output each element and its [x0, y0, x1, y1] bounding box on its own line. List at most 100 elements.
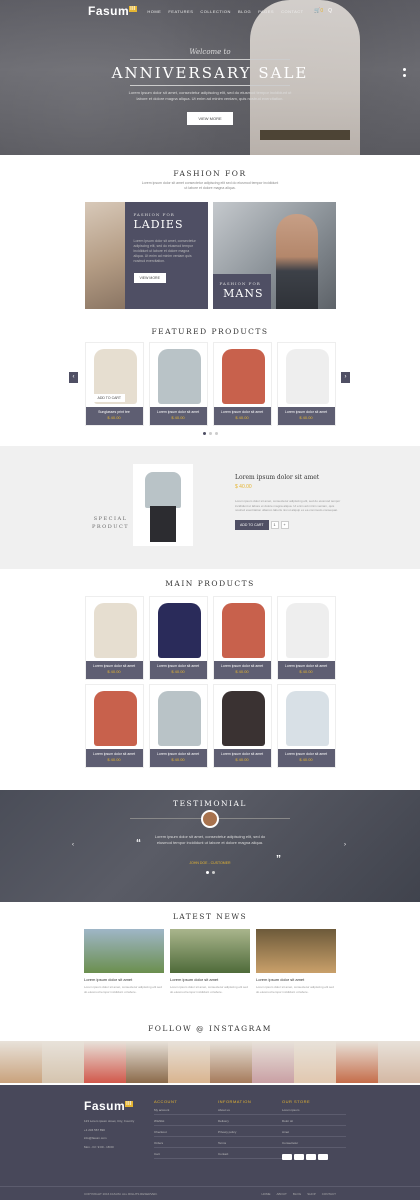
slider-dot[interactable]	[403, 68, 406, 71]
news-image[interactable]	[256, 929, 336, 973]
slider-dot[interactable]	[214, 432, 218, 435]
menu-item-pages[interactable]: PAGES	[258, 9, 274, 14]
product-card[interactable]: Lorem ipsum dolor sit amet $ 40.00	[276, 684, 336, 768]
product-card[interactable]: Lorem ipsum dolor sit amet $ 40.00	[84, 684, 144, 768]
footer-link[interactable]: Contact	[218, 1152, 282, 1159]
product-image[interactable]	[93, 691, 137, 746]
news-item[interactable]: Lorem ipsum dolor sit amet Lorem ipsum do…	[84, 929, 164, 994]
menu-item-contact[interactable]: CONTACT	[281, 9, 304, 14]
news-image[interactable]	[170, 929, 250, 973]
footer-email[interactable]: info@fasum.com	[84, 1136, 154, 1141]
ladies-view-more-button[interactable]: VIEW MORE	[133, 273, 166, 283]
instagram-photo[interactable]	[336, 1041, 378, 1083]
news-item[interactable]: Lorem ipsum dolor sit amet Lorem ipsum do…	[256, 929, 336, 994]
product-name[interactable]: Lorem ipsum dolor sit amet	[216, 664, 269, 668]
testimonial-prev-arrow[interactable]: ‹	[72, 842, 74, 848]
product-card[interactable]: Lorem ipsum dolor sit amet $ 40.00	[212, 596, 272, 680]
add-to-cart-button[interactable]: ADD TO CART	[93, 394, 126, 402]
product-image[interactable]	[285, 349, 329, 404]
footer-link[interactable]: Lorem ipsum	[282, 1108, 346, 1115]
product-card[interactable]: Lorem ipsum dolor sit amet $ 40.00	[276, 596, 336, 680]
menu-item-features[interactable]: FEATURES	[168, 9, 193, 14]
bottom-link[interactable]: CONTACT	[322, 1192, 336, 1196]
search-icon[interactable]: Q	[328, 8, 332, 14]
product-card[interactable]: Lorem ipsum dolor sit amet $ 40.00	[276, 342, 336, 426]
product-card[interactable]: Lorem ipsum dolor sit amet $ 40.00	[148, 342, 208, 426]
product-image[interactable]	[93, 603, 137, 658]
instagram-photo[interactable]	[126, 1041, 168, 1083]
instagram-photo[interactable]	[252, 1041, 294, 1083]
quantity-field[interactable]: 1	[270, 520, 279, 529]
special-product-image[interactable]	[133, 464, 193, 546]
product-card[interactable]: Lorem ipsum dolor sit amet $ 40.00	[148, 596, 208, 680]
instagram-photo[interactable]	[0, 1041, 42, 1083]
footer-link[interactable]: Checkout	[154, 1130, 218, 1137]
product-image[interactable]	[221, 691, 265, 746]
instagram-photo[interactable]	[378, 1041, 420, 1083]
product-name[interactable]: Lorem ipsum dolor sit amet	[152, 664, 205, 668]
slider-dot[interactable]	[211, 871, 215, 874]
footer-link[interactable]: Dolor sit	[282, 1119, 346, 1126]
hero-view-more-button[interactable]: VIEW MORE	[187, 112, 233, 125]
footer-link[interactable]: Wishlist	[154, 1119, 218, 1126]
product-name[interactable]: Lorem ipsum dolor sit amet	[152, 752, 205, 756]
product-image[interactable]	[157, 349, 201, 404]
product-image[interactable]	[221, 603, 265, 658]
product-image[interactable]	[157, 691, 201, 746]
product-card[interactable]: Lorem ipsum dolor sit amet $ 40.00	[148, 684, 208, 768]
product-name[interactable]: Lorem ipsum dolor sit amet	[216, 410, 269, 414]
news-image[interactable]	[84, 929, 164, 973]
featured-prev-arrow[interactable]: ‹	[69, 372, 78, 383]
product-card[interactable]: Lorem ipsum dolor sit amet $ 40.00	[212, 342, 272, 426]
product-card[interactable]: Sunglasses print tee $ 40.00 ADD TO CART	[84, 342, 144, 426]
quantity-plus-button[interactable]: +	[280, 520, 289, 529]
news-title[interactable]: Lorem ipsum dolor sit amet	[84, 977, 164, 982]
slider-dot[interactable]	[403, 74, 406, 77]
instagram-photo[interactable]	[42, 1041, 84, 1083]
footer-link[interactable]: About us	[218, 1108, 282, 1115]
slider-dot[interactable]	[208, 432, 212, 435]
news-item[interactable]: Lorem ipsum dolor sit amet Lorem ipsum do…	[170, 929, 250, 994]
menu-item-blog[interactable]: BLOG	[238, 9, 251, 14]
ladies-banner[interactable]: FASHION FOR LADIES Lorem ipsum dolor sit…	[84, 202, 208, 309]
footer-link[interactable]: Orders	[154, 1141, 218, 1148]
cart-icon[interactable]: 🛒0	[314, 8, 323, 14]
footer-link[interactable]: Amet	[282, 1130, 346, 1137]
testimonial-next-arrow[interactable]: ›	[344, 842, 346, 848]
instagram-photo[interactable]	[84, 1041, 126, 1083]
product-name[interactable]: Lorem ipsum dolor sit amet	[152, 410, 205, 414]
add-to-cart-button[interactable]: ADD TO CART	[235, 519, 269, 530]
instagram-photo[interactable]	[294, 1041, 336, 1083]
product-image[interactable]	[157, 603, 201, 658]
bottom-link[interactable]: HOME	[262, 1192, 271, 1196]
news-title[interactable]: Lorem ipsum dolor sit amet	[256, 977, 336, 982]
footer-logo[interactable]: Fasumlll	[84, 1099, 154, 1113]
product-name[interactable]: Lorem ipsum dolor sit amet	[216, 752, 269, 756]
footer-link[interactable]: Consectetur	[282, 1141, 346, 1148]
product-name[interactable]: Lorem ipsum dolor sit amet	[280, 410, 333, 414]
product-card[interactable]: Lorem ipsum dolor sit amet $ 40.00	[84, 596, 144, 680]
product-image[interactable]	[285, 603, 329, 658]
slider-dot[interactable]	[202, 432, 206, 435]
bottom-link[interactable]: SHOP	[307, 1192, 316, 1196]
footer-link[interactable]: Cart	[154, 1152, 218, 1159]
footer-link[interactable]: My account	[154, 1108, 218, 1115]
footer-link[interactable]: Privacy policy	[218, 1130, 282, 1137]
product-name[interactable]: Lorem ipsum dolor sit amet	[88, 664, 141, 668]
bottom-link[interactable]: ABOUT	[277, 1192, 287, 1196]
product-name[interactable]: Sunglasses print tee	[88, 410, 141, 414]
product-card[interactable]: Lorem ipsum dolor sit amet $ 40.00	[212, 684, 272, 768]
slider-dot[interactable]	[205, 871, 209, 874]
footer-link[interactable]: Delivery	[218, 1119, 282, 1126]
menu-item-collection[interactable]: COLLECTION	[200, 9, 231, 14]
site-logo[interactable]: Fasumlll	[88, 4, 137, 18]
instagram-photo[interactable]	[210, 1041, 252, 1083]
product-name[interactable]: Lorem ipsum dolor sit amet	[280, 752, 333, 756]
featured-next-arrow[interactable]: ›	[341, 372, 350, 383]
mans-banner[interactable]: FASHION FOR MANS	[212, 202, 336, 309]
product-image[interactable]	[221, 349, 265, 404]
menu-item-home[interactable]: HOME	[147, 9, 161, 14]
product-name[interactable]: Lorem ipsum dolor sit amet	[88, 752, 141, 756]
news-title[interactable]: Lorem ipsum dolor sit amet	[170, 977, 250, 982]
product-name[interactable]: Lorem ipsum dolor sit amet	[280, 664, 333, 668]
